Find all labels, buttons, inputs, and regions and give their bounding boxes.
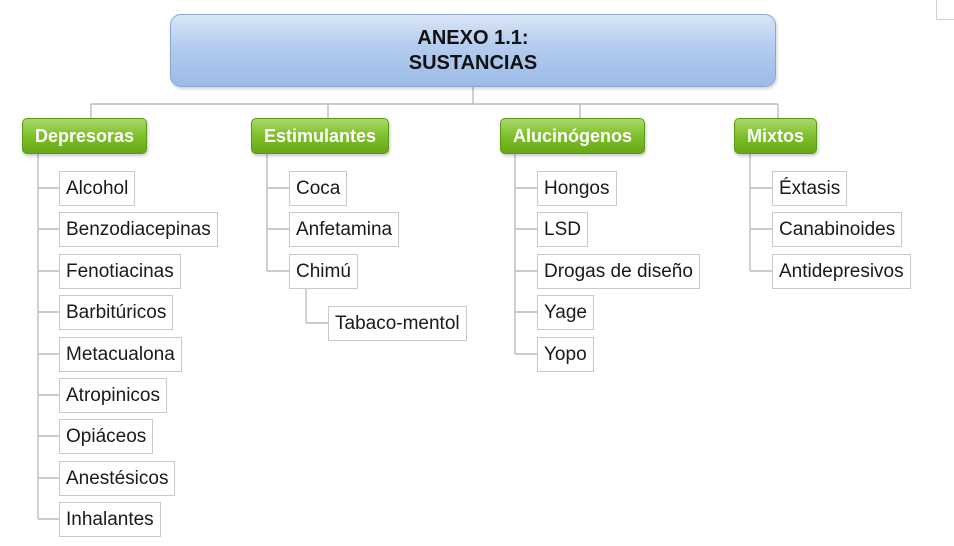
item-antidepresivos: Antidepresivos (772, 254, 911, 289)
item-atropinicos: Atropinicos (59, 378, 167, 413)
item-barbituricos: Barbitúricos (59, 295, 174, 330)
item-hongos: Hongos (537, 171, 617, 206)
item-anfetamina: Anfetamina (289, 212, 400, 247)
item-metacualona: Metacualona (59, 337, 182, 372)
root-node: ANEXO 1.1: SUSTANCIAS (170, 14, 776, 87)
item-lsd: LSD (537, 212, 588, 247)
item-inhalantes: Inhalantes (59, 502, 161, 537)
item-coca: Coca (289, 171, 348, 206)
item-canabinoides: Canabinoides (772, 212, 903, 247)
item-tabaco-mentol: Tabaco-mentol (328, 306, 467, 341)
root-title-line2: SUSTANCIAS (408, 51, 538, 74)
category-mixtos: Mixtos (734, 118, 818, 154)
item-fenotiacinas: Fenotiacinas (59, 254, 181, 289)
item-extasis: Éxtasis (772, 171, 848, 206)
corner-mark (936, 0, 954, 20)
item-chimu: Chimú (289, 254, 358, 289)
category-alucinogenos: Alucinógenos (500, 118, 646, 154)
item-opiaceos: Opiáceos (59, 419, 154, 454)
item-yopo: Yopo (537, 337, 594, 372)
root-title-line1: ANEXO 1.1: (417, 26, 529, 49)
item-drogas-de-diseno: Drogas de diseño (537, 254, 700, 289)
category-depresoras: Depresoras (22, 118, 148, 154)
item-yage: Yage (537, 295, 594, 330)
concept-map: ANEXO 1.1: SUSTANCIAS Depresoras Alcohol… (0, 0, 954, 546)
item-alcohol: Alcohol (59, 171, 136, 206)
item-benzodiacepinas: Benzodiacepinas (59, 212, 218, 247)
category-estimulantes: Estimulantes (251, 118, 390, 154)
item-anestesicos: Anestésicos (59, 461, 176, 496)
